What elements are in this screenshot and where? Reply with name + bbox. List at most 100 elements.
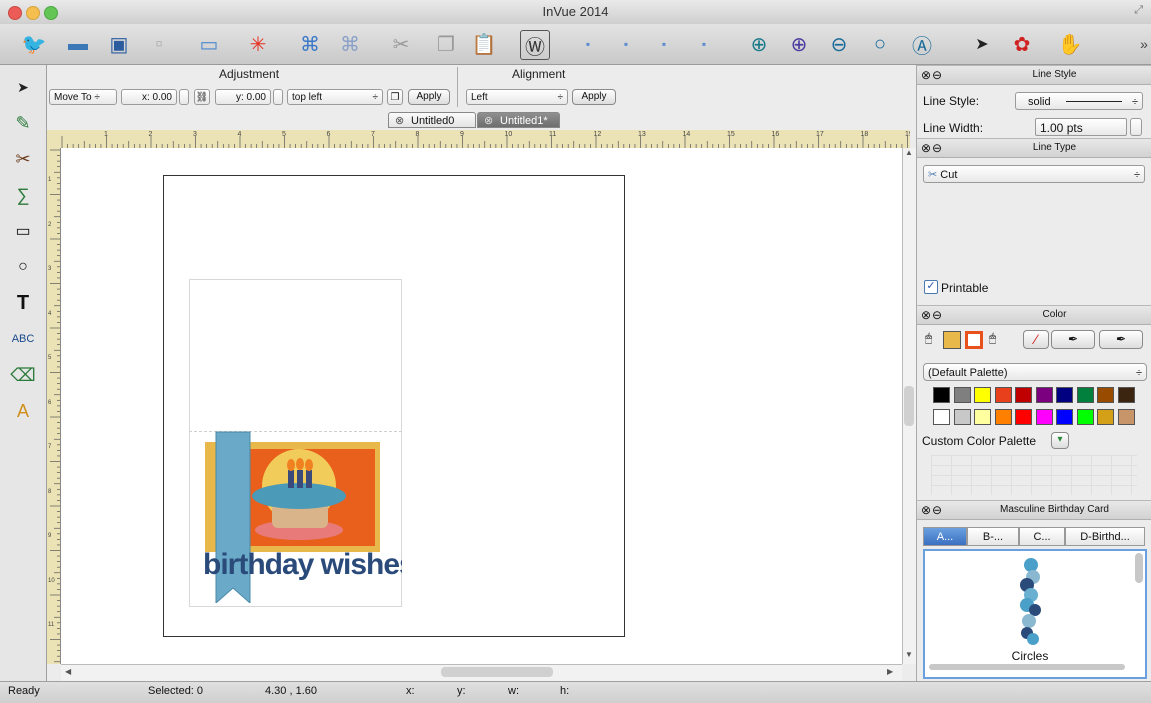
rectangle-tool-icon[interactable]: ▭ xyxy=(9,217,37,245)
scroll-left-icon[interactable]: ◀ xyxy=(65,667,71,676)
font-tool-icon[interactable]: A xyxy=(9,397,37,425)
text-on-path-tool-icon[interactable]: ABC xyxy=(9,325,37,353)
cutter-icon[interactable]: ▭ xyxy=(195,30,223,58)
library-tab-b[interactable]: B-... xyxy=(967,527,1019,546)
palette-select[interactable]: (Default Palette) ÷ xyxy=(923,363,1147,381)
birthday-card-artwork[interactable]: birthday wishes xyxy=(189,428,402,603)
scroll-up-icon[interactable]: ▲ xyxy=(905,148,913,157)
eyedropper-fill-button[interactable]: ✒ xyxy=(1051,330,1095,349)
color-swatch[interactable] xyxy=(1076,409,1094,425)
zoom-in-icon[interactable]: ⊕ xyxy=(745,30,773,58)
w-logo-icon[interactable]: Ⓦ xyxy=(520,30,550,60)
color-swatch[interactable] xyxy=(1015,387,1032,403)
vertical-scrollbar[interactable]: ▲ ▼ xyxy=(902,148,916,664)
adjustment-apply-button[interactable]: Apply xyxy=(408,89,450,105)
move-to-select[interactable]: Move To ÷ xyxy=(49,89,117,105)
library-tab-d[interactable]: D-Birthd... xyxy=(1065,527,1145,546)
copy-icon[interactable]: ❐ xyxy=(432,30,460,58)
line-width-stepper[interactable] xyxy=(1130,118,1142,136)
open-folder-icon[interactable]: ▬ xyxy=(64,30,92,58)
select-arrow-icon[interactable]: ➤ xyxy=(968,30,996,58)
y-stepper[interactable] xyxy=(273,89,283,105)
scroll-right-icon[interactable]: ▶ xyxy=(887,667,893,676)
horizontal-scrollbar[interactable]: ◀ ▶ xyxy=(61,664,902,681)
bird-logo-icon[interactable]: 🐦 xyxy=(20,30,48,58)
y-field[interactable]: y: 0.00 xyxy=(215,89,271,105)
color-swatch[interactable] xyxy=(953,387,971,403)
color-swatch[interactable] xyxy=(1056,409,1073,425)
laser-icon[interactable]: ✳ xyxy=(244,30,272,58)
tab-untitled0[interactable]: ⊗ Untitled0 xyxy=(388,112,476,128)
arrow-tool-icon[interactable]: ➤ xyxy=(9,73,37,101)
eyedropper-stroke-button[interactable]: ✒ xyxy=(1099,330,1143,349)
no-color-button[interactable]: ⁄ xyxy=(1023,330,1049,349)
scroll-down-icon[interactable]: ▼ xyxy=(905,650,913,659)
zoom-fit-icon[interactable]: ○ xyxy=(866,30,894,58)
library-tab-c[interactable]: C... xyxy=(1019,527,1065,546)
line-width-field[interactable]: 1.00 pts xyxy=(1035,118,1127,136)
save-icon[interactable]: ▣ xyxy=(105,30,133,58)
send-backward-icon[interactable]: ▪ xyxy=(650,30,678,58)
weld-icon[interactable]: ⌘ xyxy=(296,30,324,58)
line-style-select[interactable]: solid ÷ xyxy=(1015,92,1143,110)
color-swatch[interactable] xyxy=(1117,409,1135,425)
tab-close-icon[interactable]: ⊗ xyxy=(395,113,404,129)
alignment-select[interactable]: Left ÷ xyxy=(466,89,568,105)
color-swatch[interactable] xyxy=(974,409,991,425)
zoom-out-icon[interactable]: ⊖ xyxy=(825,30,853,58)
cut-scissors-icon[interactable]: ✂ xyxy=(387,30,415,58)
zoom-selection-icon[interactable]: ⊕ xyxy=(785,30,813,58)
color-swatch[interactable] xyxy=(994,387,1012,403)
hand-icon[interactable]: ✋ xyxy=(1056,30,1084,58)
color-swatch[interactable] xyxy=(1015,409,1032,425)
color-swatch[interactable] xyxy=(1097,387,1114,403)
text-tool-icon[interactable]: T xyxy=(9,289,37,317)
color-swatch[interactable] xyxy=(953,409,971,425)
color-swatch[interactable] xyxy=(994,409,1012,425)
color-wheel-icon[interactable]: ✿ xyxy=(1008,30,1036,58)
zoom-all-icon[interactable]: Ⓐ xyxy=(908,30,936,58)
library-tab-a[interactable]: A... xyxy=(923,527,967,546)
color-swatch[interactable] xyxy=(1097,409,1114,425)
anchor-select[interactable]: top left ÷ xyxy=(287,89,383,105)
ellipse-tool-icon[interactable]: ○ xyxy=(9,253,37,281)
horizontal-scroll-thumb[interactable] xyxy=(441,667,553,677)
panel-close-icon[interactable]: ⊗⊖ xyxy=(921,503,943,517)
bezier-tool-icon[interactable]: ∑ xyxy=(9,181,37,209)
x-stepper[interactable] xyxy=(179,89,189,105)
color-swatch[interactable] xyxy=(1035,409,1053,425)
fullscreen-icon[interactable]: ⤢ xyxy=(1134,4,1143,17)
link-icon[interactable]: ⛓ xyxy=(194,89,210,105)
panel-close-icon[interactable]: ⊗⊖ xyxy=(921,68,943,82)
toolbar-overflow-icon[interactable]: » xyxy=(1130,30,1151,58)
save-as-icon[interactable]: ▫ xyxy=(145,30,173,58)
stroke-color-swatch[interactable] xyxy=(965,331,983,349)
unweld-icon[interactable]: ⌘ xyxy=(336,30,364,58)
send-back-icon[interactable]: ▪ xyxy=(690,30,718,58)
bring-front-icon[interactable]: ▪ xyxy=(574,30,602,58)
printable-checkbox[interactable]: ✓ xyxy=(924,280,938,294)
library-hscroll-thumb[interactable] xyxy=(929,664,1125,670)
alignment-apply-button[interactable]: Apply xyxy=(572,89,616,105)
paste-icon[interactable]: 📋 xyxy=(470,30,498,58)
node-edit-tool-icon[interactable]: ✎ xyxy=(9,109,37,137)
library-content[interactable]: Circles xyxy=(923,549,1147,679)
x-field[interactable]: x: 0.00 xyxy=(121,89,177,105)
vertical-scroll-thumb[interactable] xyxy=(904,386,914,426)
color-swatch[interactable] xyxy=(1117,387,1135,403)
circles-thumbnail[interactable] xyxy=(1013,555,1049,645)
color-swatch[interactable] xyxy=(933,409,950,425)
panel-close-icon[interactable]: ⊗⊖ xyxy=(921,141,943,155)
page-icon[interactable]: ❐ xyxy=(387,89,403,105)
color-swatch[interactable] xyxy=(933,387,950,403)
color-swatch[interactable] xyxy=(1056,387,1073,403)
eraser-tool-icon[interactable]: ⌫ xyxy=(9,361,37,389)
line-type-select[interactable]: ✂ Cut ÷ xyxy=(923,165,1145,183)
tab-untitled1[interactable]: ⊗ Untitled1* xyxy=(477,112,560,128)
fill-color-swatch[interactable] xyxy=(943,331,961,349)
tab-close-icon[interactable]: ⊗ xyxy=(484,113,493,129)
knife-tool-icon[interactable]: ✂ xyxy=(9,145,37,173)
drawing-canvas[interactable]: birthday wishes xyxy=(61,148,902,664)
bring-forward-icon[interactable]: ▪ xyxy=(612,30,640,58)
panel-close-icon[interactable]: ⊗⊖ xyxy=(921,308,943,322)
